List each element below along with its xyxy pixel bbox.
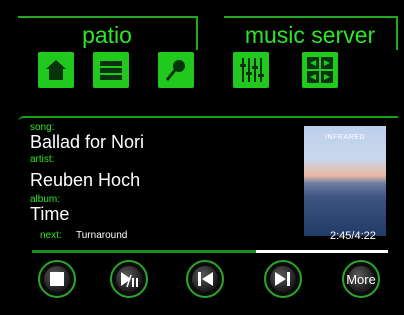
album-art-title: INFRARED: [325, 134, 365, 141]
search-icon: [165, 60, 185, 81]
home-icon: [46, 60, 66, 80]
progress-fill: [32, 250, 257, 253]
next-track-icon: [275, 272, 290, 286]
progress-bar[interactable]: [32, 250, 388, 253]
stop-icon: [50, 272, 64, 286]
list-icon: [100, 61, 122, 80]
play-pause-button[interactable]: [110, 260, 148, 298]
tab-patio[interactable]: patio: [18, 16, 198, 50]
album-art[interactable]: INFRARED: [304, 126, 386, 236]
list-button[interactable]: [93, 52, 129, 88]
equalizer-icon: [240, 58, 264, 82]
more-button[interactable]: More: [342, 260, 380, 298]
play-pause-icon: [121, 272, 138, 288]
grid-button[interactable]: [302, 52, 338, 88]
next-track-button[interactable]: [264, 260, 302, 298]
song-title: Ballad for Nori: [30, 132, 145, 152]
tab-music-server[interactable]: music server: [224, 16, 398, 50]
next-track-title: Turnaround: [76, 230, 128, 241]
now-playing-panel: song: Ballad for Nori artist: Reuben Hoc…: [18, 116, 398, 264]
album-name: Time: [30, 204, 70, 224]
grid-icon: [307, 57, 333, 83]
previous-track-icon: [198, 272, 213, 286]
home-button[interactable]: [38, 52, 74, 88]
search-button[interactable]: [158, 52, 194, 88]
previous-track-button[interactable]: [186, 260, 224, 298]
tab-patio-label: patio: [82, 22, 132, 48]
equalizer-button[interactable]: [233, 52, 269, 88]
elapsed-time: 2:45/4:22: [330, 230, 376, 242]
artist-name: Reuben Hoch: [30, 170, 141, 190]
more-label: More: [346, 272, 376, 287]
next-label: next:: [40, 230, 62, 241]
tab-music-server-label: music server: [244, 22, 376, 48]
artist-label: artist:: [30, 154, 55, 165]
stop-button[interactable]: [38, 260, 76, 298]
